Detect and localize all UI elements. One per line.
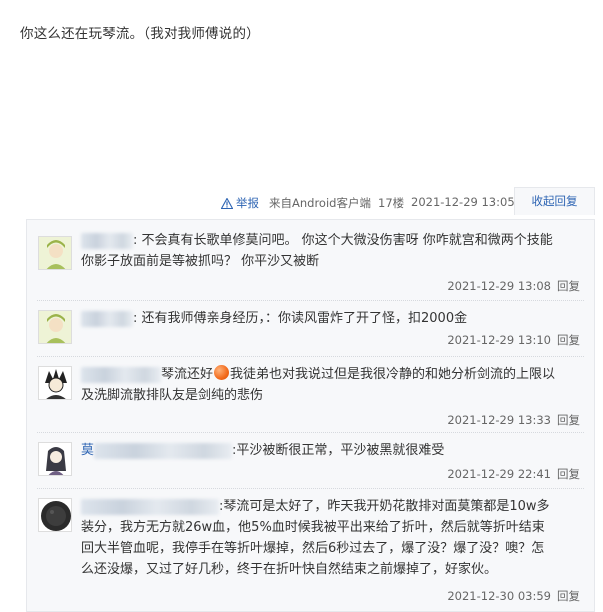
reply-info: 2021-12-29 22:41 回复 bbox=[447, 466, 580, 482]
reply-button[interactable]: 回复 bbox=[557, 467, 580, 481]
reply-text: : 还有我师傅亲身经历，：你读风雷炸了开了怪，扣2000金 bbox=[133, 311, 468, 326]
reply-text: 及洗脚流散排队友是剑纯的悲伤 bbox=[81, 388, 264, 403]
reply-item: :琴流可是太好了，昨天我开奶花散排对面莫策都是10w多 装分，我方无方就26w血… bbox=[27, 494, 594, 612]
reply-text: 琴流还好 bbox=[161, 367, 214, 382]
reply-button[interactable]: 回复 bbox=[557, 413, 580, 427]
reply-list: : 不会真有长歌单修莫问吧。 你这个大微没伤害呀 你咋就宫和微两个技能 你影子放… bbox=[26, 219, 595, 612]
avatar-image bbox=[39, 443, 71, 475]
client-source: 来自Android客户端 bbox=[269, 196, 371, 210]
reply-item: 莫 :平沙被断很正常，平沙被黑就很难受 2021-12-29 22:41 回复 bbox=[27, 438, 594, 488]
username-blurred[interactable] bbox=[81, 232, 133, 249]
username-prefix[interactable]: 莫 bbox=[81, 443, 94, 458]
avatar-image bbox=[39, 499, 71, 531]
divider bbox=[37, 300, 584, 301]
avatar[interactable] bbox=[38, 498, 72, 532]
reply-content: : 不会真有长歌单修莫问吧。 你这个大微没伤害呀 你咋就宫和微两个技能 你影子放… bbox=[81, 230, 580, 272]
avatar[interactable] bbox=[38, 236, 72, 270]
reply-text: : 不会真有长歌单修莫问吧。 你这个大微没伤害呀 你咋就宫和微两个技能 bbox=[133, 233, 553, 248]
reply-text: 你影子放面前是等被抓吗？ 你平沙又被断 bbox=[81, 254, 320, 269]
report-link[interactable]: 举报 bbox=[221, 195, 259, 211]
reply-text: 装分，我方无方就26w血，他5%血时候我被平出来给了折叶，然后就等折叶结束 bbox=[81, 520, 545, 535]
username-blurred[interactable] bbox=[81, 310, 133, 327]
reply-time: 2021-12-29 13:08 bbox=[447, 279, 551, 293]
reply-content: 琴流还好 我徒弟也对我说过但是我很冷静的和她分析剑流的上限以 及洗脚流散排队友是剑… bbox=[81, 364, 580, 406]
divider bbox=[37, 356, 584, 357]
emoji-icon bbox=[214, 365, 230, 380]
username-blurred[interactable] bbox=[81, 366, 161, 383]
reply-item: : 不会真有长歌单修莫问吧。 你这个大微没伤害呀 你咋就宫和微两个技能 你影子放… bbox=[27, 230, 594, 300]
reply-text: 么还没爆，又过了好几秒，终于在折叶快自然结束之前爆掉了，好家伙。 bbox=[81, 562, 498, 577]
post-time: 2021-12-29 13:05 bbox=[411, 195, 515, 209]
avatar-image bbox=[39, 311, 71, 343]
reply-button[interactable]: 回复 bbox=[557, 279, 580, 293]
post-meta: 举报 来自Android客户端 17楼 2021-12-29 13:05 收起回… bbox=[0, 187, 603, 215]
avatar[interactable] bbox=[38, 310, 72, 344]
reply-content: 莫 :平沙被断很正常，平沙被黑就很难受 bbox=[81, 440, 580, 461]
warning-icon bbox=[221, 197, 233, 209]
collapse-replies-button[interactable]: 收起回复 bbox=[514, 187, 595, 215]
avatar[interactable] bbox=[38, 442, 72, 476]
floor-number: 17楼 bbox=[378, 196, 405, 210]
reply-info: 2021-12-30 03:59 回复 bbox=[447, 588, 580, 604]
reply-time: 2021-12-29 22:41 bbox=[447, 467, 551, 481]
reply-content: :琴流可是太好了，昨天我开奶花散排对面莫策都是10w多 装分，我方无方就26w血… bbox=[81, 496, 580, 580]
avatar-image bbox=[39, 367, 71, 399]
reply-text: 我徒弟也对我说过但是我很冷静的和她分析剑流的上限以 bbox=[230, 367, 556, 382]
reply-text: :平沙被断很正常，平沙被黑就很难受 bbox=[232, 443, 445, 458]
reply-time: 2021-12-29 13:33 bbox=[447, 413, 551, 427]
post-content: 你这么还在玩琴流。（我对我师傅说的） bbox=[20, 26, 260, 42]
reply-text: :琴流可是太好了，昨天我开奶花散排对面莫策都是10w多 bbox=[219, 499, 550, 514]
reply-info: 2021-12-29 13:10 回复 bbox=[447, 332, 580, 348]
avatar[interactable] bbox=[38, 366, 72, 400]
divider bbox=[37, 488, 584, 489]
username-blurred[interactable] bbox=[81, 498, 219, 515]
reply-time: 2021-12-30 03:59 bbox=[447, 589, 551, 603]
reply-info: 2021-12-29 13:33 回复 bbox=[447, 412, 580, 428]
username-blurred[interactable] bbox=[94, 442, 233, 459]
avatar-image bbox=[39, 237, 71, 269]
reply-time: 2021-12-29 13:10 bbox=[447, 333, 551, 347]
reply-button[interactable]: 回复 bbox=[557, 333, 580, 347]
reply-item: : 还有我师傅亲身经历，：你读风雷炸了开了怪，扣2000金 2021-12-29… bbox=[27, 306, 594, 356]
reply-item: 琴流还好 我徒弟也对我说过但是我很冷静的和她分析剑流的上限以 及洗脚流散排队友是剑… bbox=[27, 362, 594, 432]
reply-content: : 还有我师傅亲身经历，：你读风雷炸了开了怪，扣2000金 bbox=[81, 308, 580, 329]
reply-text: 回大半管血呢，我停手在等折叶爆掉，然后6秒过去了，爆了没？爆了没？噢？怎 bbox=[81, 541, 545, 556]
reply-info: 2021-12-29 13:08 回复 bbox=[447, 278, 580, 294]
reply-button[interactable]: 回复 bbox=[557, 589, 580, 603]
report-label[interactable]: 举报 bbox=[236, 195, 259, 211]
divider bbox=[37, 432, 584, 433]
